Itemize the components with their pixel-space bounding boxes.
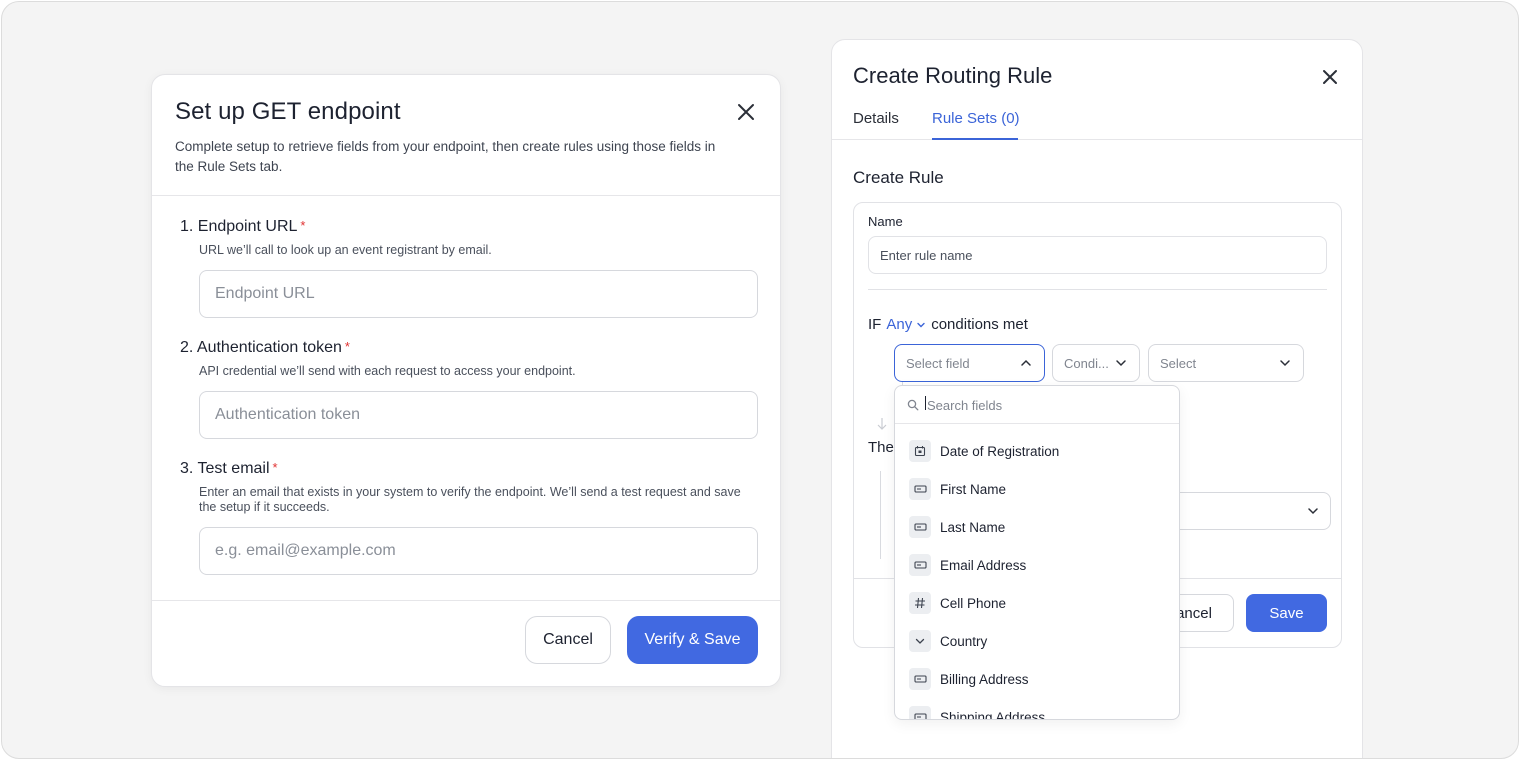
text-field-icon [909,478,931,500]
condition-placeholder: Condi... [1064,355,1109,371]
required-mark: * [300,218,306,233]
connector-line [880,471,881,559]
list-item[interactable]: Last Name [909,515,1005,539]
endpoint-url-input[interactable]: Endpoint URL [199,270,758,318]
close-icon[interactable] [1320,67,1340,87]
cancel-button[interactable]: Cancel [525,616,611,664]
chevron-down-icon [1116,360,1126,367]
app-canvas: Set up GET endpoint Complete setup to re… [1,1,1519,759]
auth-token-placeholder: Authentication token [215,406,360,423]
condition-header: IF Any conditions met [868,316,1028,333]
verify-save-button[interactable]: Verify & Save [627,616,758,664]
divider [868,289,1327,290]
text-field-icon [909,668,931,690]
chevron-down-icon [1308,508,1318,515]
rule-name-input[interactable]: Enter rule name [868,236,1327,274]
auth-token-input[interactable]: Authentication token [199,391,758,439]
list-item[interactable]: Billing Address [909,667,1029,691]
save-button[interactable]: Save [1246,594,1327,632]
active-tab-indicator [932,138,1018,140]
endpoint-url-help: URL we’ll call to look up an event regis… [199,243,492,257]
endpoint-url-placeholder: Endpoint URL [215,285,315,302]
setup-endpoint-modal: Set up GET endpoint Complete setup to re… [151,74,781,687]
field-dropdown-menu: Search fields Date of Registration First… [894,385,1180,720]
modal-title: Set up GET endpoint [175,98,401,125]
section-title: Create Rule [853,168,944,187]
text-field-icon [909,516,931,538]
chevron-down-icon [1280,360,1290,367]
match-mode-dropdown[interactable]: Any [886,316,926,333]
test-email-placeholder: e.g. email@example.com [215,542,396,559]
auth-token-help: API credential we’ll send with each requ… [199,364,576,378]
text-field-icon [909,554,931,576]
text-field-icon [909,706,931,719]
list-item[interactable]: Cell Phone [909,591,1006,615]
condition-dropdown[interactable]: Condi... [1052,344,1140,382]
list-item[interactable]: Country [909,629,987,653]
arrow-down-icon [876,417,888,436]
if-prefix: IF [868,316,882,333]
divider [152,600,780,601]
match-mode-label: Any [886,316,913,333]
search-icon [907,399,919,410]
chevron-down-icon [917,322,925,327]
value-dropdown[interactable]: Select [1148,344,1304,382]
divider [152,195,780,196]
select-field-placeholder: Select field [906,355,970,371]
test-email-label: 3. Test email * [180,460,278,477]
panel-title: Create Routing Rule [853,63,1053,88]
list-item[interactable]: Date of Registration [909,439,1059,463]
if-suffix: conditions met [931,316,1028,333]
test-email-help: Enter an email that exists in your syste… [199,485,741,514]
modal-description: Complete setup to retrieve fields from y… [175,139,716,174]
calendar-icon [909,440,931,462]
rule-name-placeholder: Enter rule name [880,247,973,263]
list-item[interactable]: Shipping Address [909,705,1045,719]
tab-details[interactable]: Details [853,110,899,127]
text-cursor [925,396,926,410]
tab-rule-sets[interactable]: Rule Sets (0) [932,110,1020,127]
chevron-up-icon [1021,359,1031,366]
list-item[interactable]: Email Address [909,553,1026,577]
endpoint-url-label: 1. Endpoint URL * [180,218,306,235]
required-mark: * [272,460,278,475]
list-item[interactable]: First Name [909,477,1006,501]
required-mark: * [344,339,350,354]
tabs-divider [832,139,1362,140]
value-placeholder: Select [1160,355,1197,371]
search-fields-placeholder: Search fields [927,398,1003,413]
hash-icon [909,592,931,614]
close-icon[interactable] [735,101,757,123]
auth-token-label: 2. Authentication token * [180,339,350,356]
test-email-input[interactable]: e.g. email@example.com [199,527,758,575]
search-fields-input[interactable]: Search fields [895,386,1179,424]
name-label: Name [868,214,903,229]
chevron-down-icon [909,630,931,652]
select-field-dropdown[interactable]: Select field [894,344,1045,382]
then-label: The [868,439,894,456]
